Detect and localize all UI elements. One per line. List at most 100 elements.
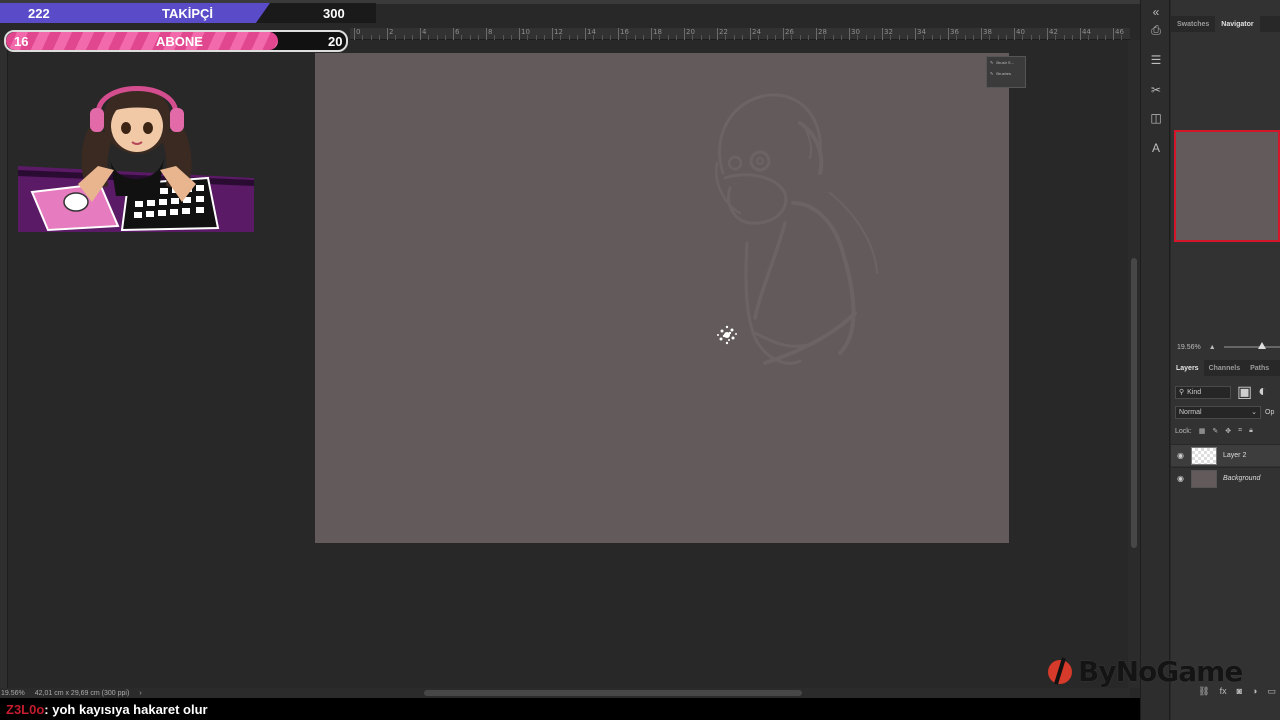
ruler-minor-tick: [766, 35, 768, 40]
horizontal-scrollbar[interactable]: [170, 688, 1130, 698]
vertical-scroll-thumb[interactable]: [1131, 258, 1137, 548]
horizontal-ruler: 0 2 4 6 8 10 12 14 16 18 20 22 24 26 28 30 32 34 36 38 40 42 4…: [350, 28, 1130, 40]
ruler-minor-tick: [1005, 35, 1007, 40]
tab-paths[interactable]: Paths: [1245, 360, 1274, 376]
tab-channels[interactable]: Channels: [1204, 360, 1246, 376]
tab-swatches[interactable]: Swatches: [1171, 16, 1215, 32]
ruler-minor-tick: [403, 35, 405, 40]
ruler-number: 32: [884, 28, 893, 36]
ruler-minor-tick: [1096, 35, 1098, 40]
ruler-minor-tick: [362, 35, 364, 40]
chat-message: Z3L0o : yoh kayısıya hakaret olur: [0, 698, 1170, 720]
document-canvas[interactable]: [315, 53, 1009, 543]
ruler-number: 4: [422, 28, 427, 36]
lock-paint-icon[interactable]: ✎: [1212, 427, 1218, 435]
ruler-minor-tick: [939, 35, 941, 40]
ruler-number: 24: [752, 28, 761, 36]
layer-row-layer-2[interactable]: ◉ Layer 2: [1171, 444, 1280, 466]
lock-transparent-icon[interactable]: ▦: [1199, 427, 1206, 435]
character-icon[interactable]: A: [1148, 140, 1164, 156]
photoshop-stream-screen: 0 2 4 6 8 10 12 14 16 18 20 22 24 26 28 30 32 34 36 38 40 42 4…: [0, 0, 1280, 720]
ruler-number: 22: [719, 28, 728, 36]
follower-label: TAKİPÇİ: [162, 5, 214, 21]
lock-label: Lock:: [1175, 427, 1192, 435]
layer-name: Layer 2: [1223, 452, 1247, 459]
ruler-number: 38: [983, 28, 992, 36]
ruler-minor-tick: [923, 35, 925, 40]
ruler-minor-tick: [461, 35, 463, 40]
blend-mode-select[interactable]: Normal ⌄: [1175, 405, 1261, 419]
lock-artboard-icon[interactable]: ⌗: [1238, 427, 1242, 435]
ruler-minor-tick: [1088, 35, 1090, 40]
panel-icon-strip: « ⎙ ☰ ✂ ◫ A: [1140, 0, 1170, 720]
vertical-scrollbar[interactable]: [1128, 40, 1140, 688]
ruler-minor-tick: [857, 35, 859, 40]
navigator-preview[interactable]: [1174, 130, 1280, 242]
adjustment-icon[interactable]: ◑: [1252, 686, 1257, 696]
ruler-minor-tick: [543, 35, 545, 40]
visibility-eye-icon[interactable]: ◉: [1177, 474, 1185, 483]
bynogame-logo-icon: [1048, 657, 1072, 685]
ruler-minor-tick: [1022, 35, 1024, 40]
ruler-minor-tick: [799, 35, 801, 40]
status-zoom[interactable]: 19.56%: [1, 690, 25, 697]
ruler-number: 14: [587, 28, 596, 36]
brush-settings-item[interactable]: ✎ Brush S...: [987, 57, 1025, 68]
ruler-number: 46: [1115, 28, 1124, 36]
image-filter-icon[interactable]: ▣: [1237, 382, 1252, 402]
subscriber-label: ABONE: [156, 33, 203, 49]
status-doc-size: 42,01 cm x 29,69 cm (300 ppi): [34, 689, 130, 697]
ruler-number: 30: [851, 28, 860, 36]
tool-presets-icon[interactable]: ✂: [1148, 82, 1164, 98]
brushes-item[interactable]: ✎ Brushes: [987, 68, 1025, 79]
ruler-minor-tick: [609, 35, 611, 40]
ruler-number: 42: [1049, 28, 1058, 36]
ruler-minor-tick: [411, 35, 413, 40]
ruler-minor-tick: [1038, 35, 1040, 40]
chat-username: Z3L0o: [6, 701, 45, 717]
ruler-minor-tick: [527, 35, 529, 40]
ruler-minor-tick: [774, 35, 776, 40]
collapse-icon[interactable]: «: [1148, 4, 1164, 20]
navigator-tabs: Swatches Navigator: [1171, 16, 1280, 32]
ruler-minor-tick: [659, 35, 661, 40]
streamer-avatar: [18, 86, 254, 232]
ruler-minor-tick: [708, 35, 710, 40]
floating-brush-panel[interactable]: ✎ Brush S... ✎ Brushes: [986, 56, 1026, 88]
ruler-minor-tick: [469, 35, 471, 40]
ruler-minor-tick: [1055, 35, 1057, 40]
horizontal-scroll-thumb[interactable]: [424, 690, 802, 696]
status-arrow-icon[interactable]: ›: [139, 690, 141, 697]
properties-icon[interactable]: ☰: [1148, 52, 1164, 68]
ruler-number: 20: [686, 28, 695, 36]
zoom-out-icon[interactable]: ▲: [1209, 344, 1216, 351]
ruler-number: 16: [620, 28, 629, 36]
zoom-slider[interactable]: [1223, 342, 1280, 349]
ruler-minor-tick: [667, 35, 669, 40]
chevron-down-icon: ⌄: [1251, 409, 1257, 416]
ruler-minor-tick: [733, 35, 735, 40]
libraries-icon[interactable]: ◫: [1148, 110, 1164, 126]
monkey-sketch: [714, 93, 878, 365]
ruler-minor-tick: [989, 35, 991, 40]
ruler-number: 28: [818, 28, 827, 36]
lock-all-icon[interactable]: 🔒︎: [1249, 427, 1253, 435]
navigator-zoom-value[interactable]: 19.56%: [1177, 344, 1201, 351]
layer-row-background[interactable]: ◉ Background: [1171, 467, 1280, 489]
ruler-minor-tick: [725, 35, 727, 40]
ruler-minor-tick: [807, 35, 809, 40]
new-layer-icon[interactable]: ▭: [1267, 686, 1276, 697]
adjustment-filter-icon[interactable]: ◐: [1258, 383, 1268, 401]
tab-navigator[interactable]: Navigator: [1215, 16, 1260, 32]
subscriber-goal: 20: [328, 33, 343, 49]
visibility-eye-icon[interactable]: ◉: [1177, 451, 1185, 460]
tab-layers[interactable]: Layers: [1171, 360, 1204, 376]
opacity-label[interactable]: Op: [1265, 409, 1274, 416]
ruler-number: 26: [785, 28, 794, 36]
history-icon[interactable]: ⎙: [1148, 22, 1164, 38]
ruler-number: 36: [950, 28, 959, 36]
lock-position-icon[interactable]: ✥: [1225, 427, 1231, 435]
kind-filter-select[interactable]: ⚲ Kind: [1175, 385, 1231, 399]
zoom-slider-knob[interactable]: [1257, 342, 1266, 349]
bynogame-watermark: ByNoGame: [1046, 652, 1243, 690]
